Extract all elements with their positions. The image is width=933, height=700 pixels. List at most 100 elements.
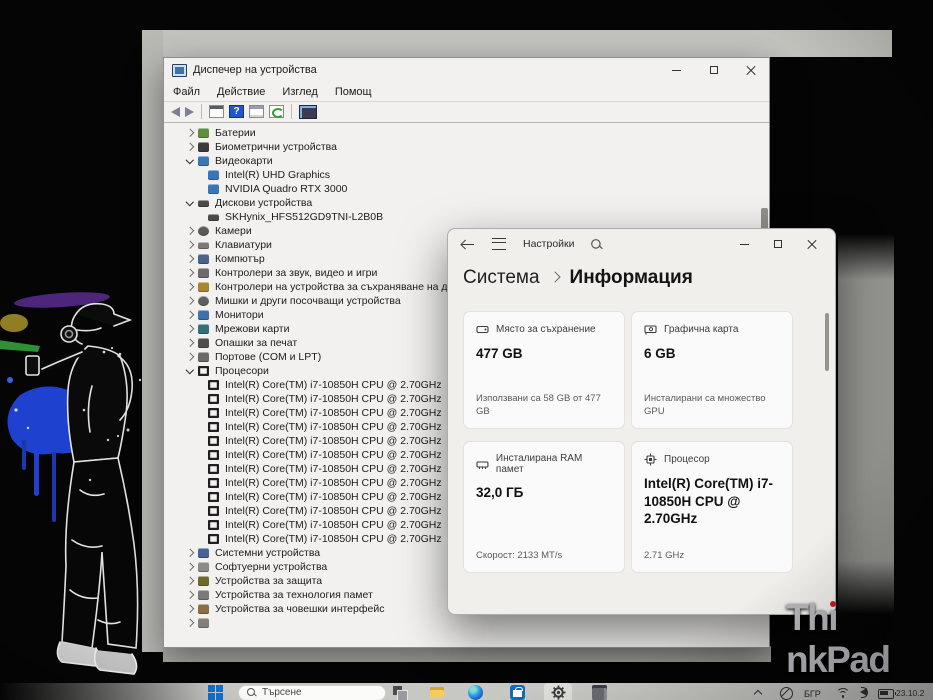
menu-action[interactable]: Действие xyxy=(217,86,265,98)
tree-item-label: Intel(R) Core(TM) i7-10850H CPU @ 2.70GH… xyxy=(225,505,442,517)
page-title: Информация xyxy=(569,267,693,288)
chevron-right-icon[interactable] xyxy=(184,618,198,628)
card-label: Инсталирана RAM памет xyxy=(495,453,583,475)
help-icon[interactable] xyxy=(229,105,244,118)
gpu-card: Графична карта 6 GB Инсталирани са множе… xyxy=(631,311,793,429)
ram-icon xyxy=(476,460,489,469)
computer-icon[interactable] xyxy=(299,104,317,119)
card-subtitle: Скорост: 2133 MT/s xyxy=(476,550,563,562)
chevron-right-icon[interactable] xyxy=(184,562,198,572)
chevron-right-icon[interactable] xyxy=(184,576,198,586)
back-icon[interactable] xyxy=(171,106,180,117)
back-icon[interactable] xyxy=(462,239,475,250)
maximize-button[interactable] xyxy=(761,233,795,255)
forward-icon[interactable] xyxy=(185,106,194,117)
breadcrumb-system[interactable]: Система xyxy=(463,267,540,289)
tree-item[interactable]: Дискови устройства xyxy=(164,196,759,210)
tree-item[interactable]: Видеокарти xyxy=(164,154,759,168)
figure-lineart xyxy=(25,302,139,675)
device-manager-taskbar-icon[interactable] xyxy=(592,685,607,700)
close-button[interactable] xyxy=(795,233,829,255)
tree-item-label: Компютър xyxy=(215,253,265,265)
card-label: Място за съхранение xyxy=(496,324,596,335)
tray-chevron-up-icon[interactable] xyxy=(754,689,762,697)
menu-help[interactable]: Помощ xyxy=(335,86,372,98)
close-button[interactable] xyxy=(732,58,769,82)
chevron-right-icon[interactable] xyxy=(184,324,198,334)
cpu-icon xyxy=(208,394,219,404)
file-explorer-icon[interactable] xyxy=(430,685,445,700)
tree-item[interactable]: Биометрични устройства xyxy=(164,140,759,154)
console-icon[interactable] xyxy=(209,105,224,118)
hamburger-menu-icon[interactable] xyxy=(492,238,506,250)
settings-scrollbar[interactable] xyxy=(825,313,829,371)
chevron-right-icon[interactable] xyxy=(184,548,198,558)
tree-item[interactable]: SKHynix_HFS512GD9TNI-L2B0B xyxy=(164,210,759,224)
menu-file[interactable]: Файл xyxy=(173,86,200,98)
tree-item[interactable]: NVIDIA Quadro RTX 3000 xyxy=(164,182,759,196)
cpu-icon xyxy=(208,464,219,474)
card-subtitle: 2.71 GHz xyxy=(644,550,685,562)
mouse-icon xyxy=(198,296,209,306)
chevron-right-icon[interactable] xyxy=(184,254,198,264)
tree-item-label: Биометрични устройства xyxy=(215,141,337,153)
chevron-right-icon[interactable] xyxy=(184,128,198,138)
chevron-right-icon[interactable] xyxy=(184,282,198,292)
volume-icon[interactable] xyxy=(860,687,868,698)
tree-item-label: Intel(R) Core(TM) i7-10850H CPU @ 2.70GH… xyxy=(225,435,442,447)
tree-item-label: Мрежови карти xyxy=(215,323,290,335)
chevron-right-icon[interactable] xyxy=(184,310,198,320)
settings-titlebar[interactable]: Настройки xyxy=(448,229,835,263)
menu-view[interactable]: Изглед xyxy=(282,86,317,98)
task-view-button[interactable] xyxy=(392,685,408,700)
chevron-right-icon[interactable] xyxy=(184,226,198,236)
microsoft-store-icon[interactable] xyxy=(510,685,525,700)
battery-icon[interactable] xyxy=(878,689,896,699)
chevron-down-icon[interactable] xyxy=(184,366,198,376)
chevron-down-icon[interactable] xyxy=(184,156,198,166)
tree-item[interactable]: Батерии xyxy=(164,126,759,140)
battery-icon xyxy=(198,128,209,138)
settings-gear-icon[interactable] xyxy=(551,685,566,700)
taskbar: Търсене БГР 23.10.2 xyxy=(0,683,933,700)
chevron-right-icon[interactable] xyxy=(184,240,198,250)
tree-item-label: Системни устройства xyxy=(215,547,321,559)
language-indicator[interactable]: БГР xyxy=(804,689,821,699)
minimize-button[interactable] xyxy=(658,58,695,82)
tree-item-label: Intel(R) Core(TM) i7-10850H CPU @ 2.70GH… xyxy=(225,407,442,419)
properties-icon[interactable] xyxy=(249,105,264,118)
taskbar-search[interactable]: Търсене xyxy=(238,684,386,700)
tree-item[interactable] xyxy=(164,616,759,630)
card-subtitle: Използвани са 58 GB от 477 GB xyxy=(476,393,601,418)
cpu-icon xyxy=(208,520,219,530)
chevron-down-icon[interactable] xyxy=(184,198,198,208)
chevron-right-icon[interactable] xyxy=(184,296,198,306)
tray-clock[interactable]: 23.10.2 xyxy=(896,688,933,698)
minimize-button[interactable] xyxy=(727,233,761,255)
search-icon[interactable] xyxy=(590,238,602,250)
chevron-right-icon[interactable] xyxy=(184,142,198,152)
toolbar-separator xyxy=(201,104,202,119)
software-icon xyxy=(198,562,209,572)
device-manager-titlebar[interactable]: Диспечер на устройства xyxy=(164,58,769,82)
cpu-icon xyxy=(208,450,219,460)
ram-card: Инсталирана RAM памет 32,0 ГБ Скорост: 2… xyxy=(463,441,625,573)
storage-controller-icon xyxy=(198,282,209,292)
tree-item-label: Устройства за технология памет xyxy=(215,589,373,601)
notifications-off-icon[interactable] xyxy=(780,687,793,700)
tree-item-label: Контролери за звук, видео и игри xyxy=(215,267,378,279)
tree-item[interactable]: Intel(R) UHD Graphics xyxy=(164,168,759,182)
card-label: Графична карта xyxy=(664,324,739,335)
wifi-icon[interactable] xyxy=(836,688,850,698)
memory-icon xyxy=(198,590,209,600)
chevron-right-icon[interactable] xyxy=(184,590,198,600)
scan-hardware-icon[interactable] xyxy=(269,105,284,118)
maximize-button[interactable] xyxy=(695,58,732,82)
chevron-right-icon[interactable] xyxy=(184,268,198,278)
edge-browser-icon[interactable] xyxy=(468,685,483,700)
chevron-right-icon[interactable] xyxy=(184,338,198,348)
chevron-right-icon[interactable] xyxy=(184,604,198,614)
chevron-right-icon[interactable] xyxy=(184,352,198,362)
